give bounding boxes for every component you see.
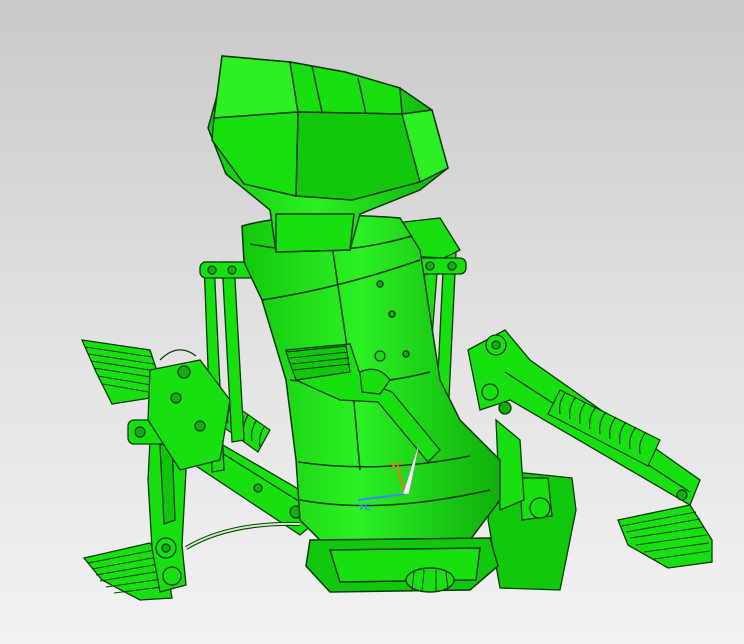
left-upper-track-pad [80,339,161,405]
right-lower-track-pad [617,504,713,569]
cad-viewport[interactable]: XC YC [0,0,744,644]
base-block [305,537,499,593]
right-hip-box [487,418,577,591]
xc-axis-label: XC [390,462,404,472]
yc-axis-label: YC [358,503,371,513]
excavator-robot-model[interactable] [0,0,744,644]
cable [185,522,301,549]
